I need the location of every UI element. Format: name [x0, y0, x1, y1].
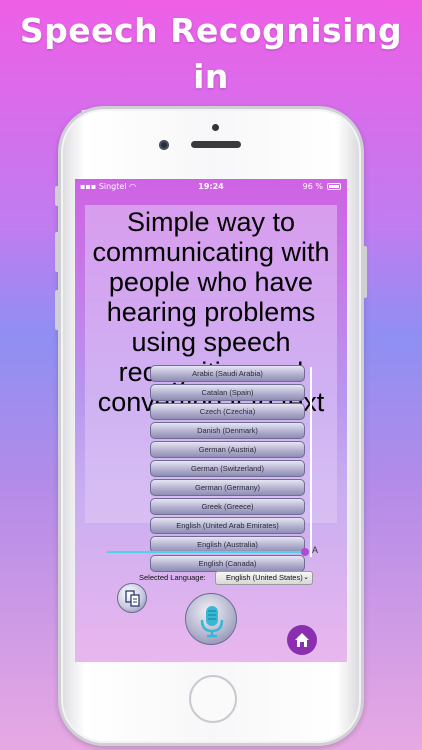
chevron-down-icon: ⌄ [303, 574, 309, 581]
battery-icon [327, 183, 341, 190]
phone-home-button[interactable] [189, 675, 237, 723]
phone-mute-switch [55, 186, 59, 206]
selected-language-row: Selected Language: English (United State… [139, 571, 339, 585]
battery-percent: 96 % [302, 182, 323, 191]
promo-headline-line1: Speech Recognising in [19, 11, 403, 96]
microphone-icon [200, 606, 224, 638]
language-option[interactable]: English (United Arab Emirates) [150, 517, 305, 534]
selected-language-label: Selected Language: [139, 573, 206, 582]
font-size-slider[interactable] [107, 551, 307, 553]
language-option[interactable]: German (Austria) [150, 441, 305, 458]
phone-power-button [363, 246, 367, 298]
microphone-button[interactable] [185, 593, 237, 645]
language-option[interactable]: Czech (Czechia) [150, 403, 305, 420]
language-option[interactable]: English (Canada) [150, 555, 305, 572]
language-option[interactable]: Greek (Greece) [150, 498, 305, 515]
home-button[interactable] [287, 625, 317, 655]
language-select-value: English (United States) [226, 573, 303, 582]
front-camera [159, 140, 169, 150]
language-dropdown-list[interactable]: Arabic (Saudi Arabia) Catalan (Spain) Cz… [150, 365, 308, 575]
earpiece-speaker [191, 141, 241, 148]
phone-volume-down [55, 290, 59, 330]
front-sensor [212, 124, 219, 131]
phone-volume-up [55, 232, 59, 272]
status-bar: ▪▪▪ Singtel ◠ 19:24 96 % [75, 179, 347, 194]
dropdown-scrollbar[interactable] [310, 367, 312, 557]
language-option[interactable]: Arabic (Saudi Arabia) [150, 365, 305, 382]
language-option[interactable]: German (Switzerland) [150, 460, 305, 477]
font-size-large-label: A [312, 545, 319, 555]
share-text-icon [125, 590, 140, 607]
font-size-slider-thumb[interactable] [301, 548, 309, 556]
share-text-button[interactable] [117, 583, 147, 613]
language-option[interactable]: Catalan (Spain) [150, 384, 305, 401]
app-screen: ▪▪▪ Singtel ◠ 19:24 96 % Simple way to c… [75, 179, 347, 662]
language-option[interactable]: German (Germany) [150, 479, 305, 496]
home-icon [295, 633, 309, 647]
language-option[interactable]: Danish (Denmark) [150, 422, 305, 439]
language-select[interactable]: English (United States) ⌄ [215, 571, 313, 585]
